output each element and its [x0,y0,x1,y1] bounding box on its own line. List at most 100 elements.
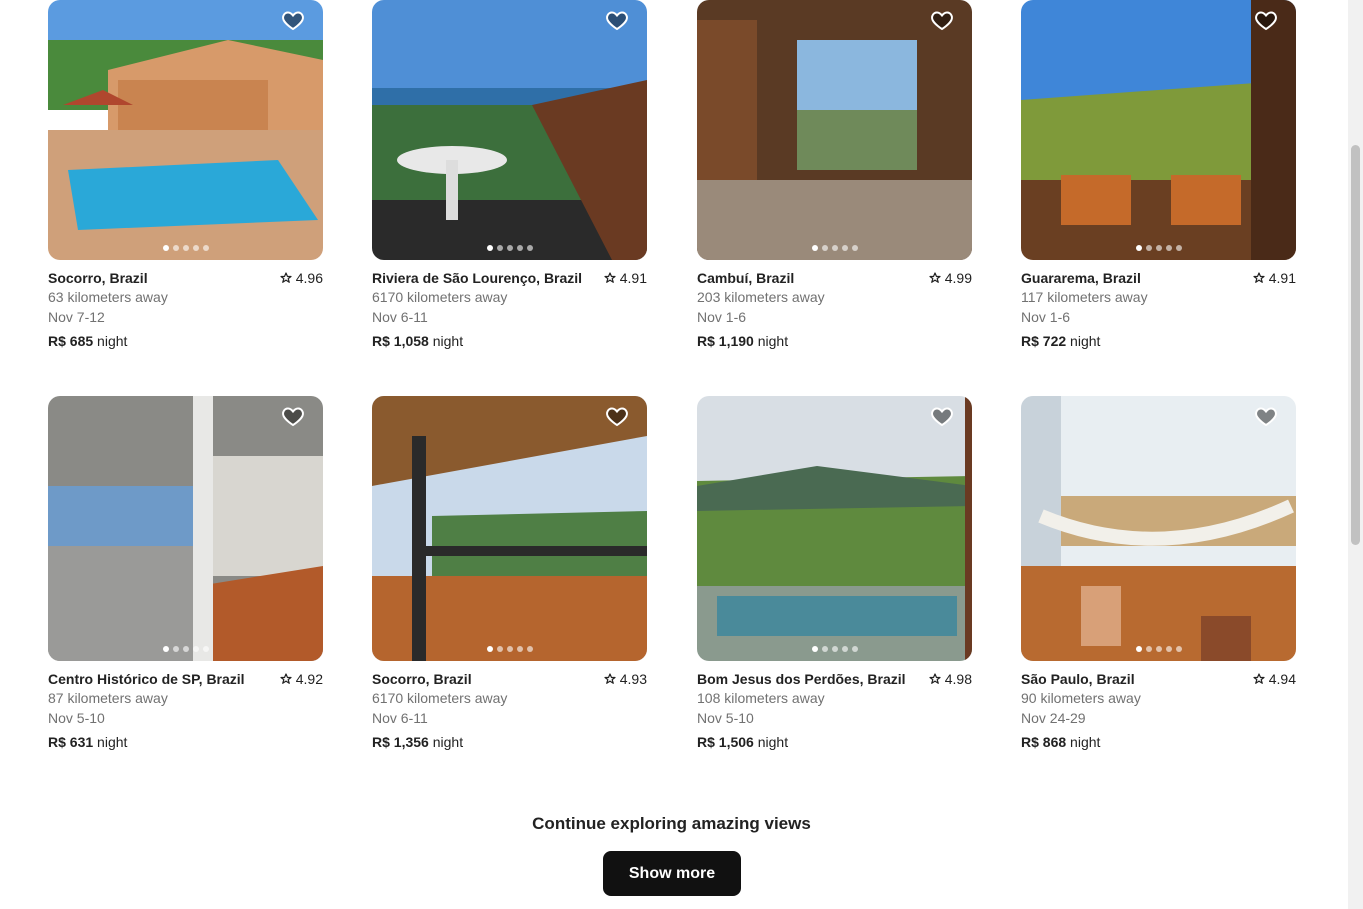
carousel-dots[interactable] [372,245,647,251]
listing-location: Centro Histórico de SP, Brazil [48,671,245,687]
listing-rating: 4.93 [604,671,647,687]
heart-icon[interactable] [281,8,305,32]
listing-distance: 87 kilometers away [48,690,168,706]
carousel-dot[interactable] [516,646,523,652]
carousel-dot[interactable] [182,245,189,251]
carousel-dot[interactable] [1135,245,1142,251]
carousel-dot[interactable] [841,646,848,652]
listing-photo[interactable] [697,396,972,661]
carousel-dot[interactable] [831,646,838,652]
carousel-dot[interactable] [851,646,858,652]
carousel-dot[interactable] [821,646,828,652]
listing-location: Riviera de São Lourenço, Brazil [372,270,583,286]
price-amount: R$ 1,058 [372,333,429,349]
listing-photo[interactable] [48,396,323,661]
carousel-dots[interactable] [372,646,647,652]
carousel-dot[interactable] [162,245,169,251]
carousel-dot[interactable] [496,646,503,652]
listing-card[interactable]: Riviera de São Lourenço, Brazil 4.91 617… [372,0,647,349]
listing-card[interactable]: São Paulo, Brazil 4.94 90 kilometers awa… [1021,396,1296,750]
carousel-dot[interactable] [831,245,838,251]
show-more-button[interactable]: Show more [603,851,741,896]
listing-price: R$ 1,190 night [697,333,972,349]
price-unit: night [1070,734,1101,750]
price-amount: R$ 631 [48,734,94,750]
carousel-dots[interactable] [697,646,972,652]
carousel-dot[interactable] [1175,646,1182,652]
star-icon [280,272,292,283]
carousel-dot[interactable] [1135,646,1142,652]
carousel-dot[interactable] [1145,245,1152,251]
listing-price: R$ 631 night [48,734,323,750]
price-unit: night [97,333,128,349]
carousel-dot[interactable] [192,646,199,652]
listing-photo[interactable] [48,0,323,260]
scrollbar-thumb[interactable] [1351,145,1360,545]
listing-card[interactable]: Centro Histórico de SP, Brazil 4.92 87 k… [48,396,323,750]
carousel-dot[interactable] [1145,646,1152,652]
listing-dates: Nov 5-10 [48,710,105,726]
listing-card[interactable]: Guararema, Brazil 4.91 117 kilometers aw… [1021,0,1296,349]
carousel-dot[interactable] [202,646,209,652]
carousel-dot[interactable] [811,245,818,251]
carousel-dot[interactable] [496,245,503,251]
carousel-dot[interactable] [821,245,828,251]
listing-dates: Nov 24-29 [1021,710,1086,726]
listing-price: R$ 1,058 night [372,333,647,349]
listing-photo[interactable] [372,396,647,661]
carousel-dot[interactable] [1155,245,1162,251]
listing-card[interactable]: Bom Jesus dos Perdões, Brazil 4.98 108 k… [697,396,972,750]
carousel-dot[interactable] [172,245,179,251]
carousel-dot[interactable] [506,646,513,652]
carousel-dot[interactable] [516,245,523,251]
price-unit: night [432,333,464,349]
carousel-dot[interactable] [506,245,513,251]
carousel-dot[interactable] [526,646,533,652]
carousel-dot[interactable] [182,646,189,652]
page-scrollbar[interactable] [1348,0,1363,909]
heart-icon[interactable] [1254,8,1278,32]
heart-icon[interactable] [281,404,305,428]
heart-icon[interactable] [930,404,954,428]
carousel-dot[interactable] [192,245,199,251]
heart-icon[interactable] [930,8,954,32]
listing-card[interactable]: Socorro, Brazil 4.93 6170 kilometers awa… [372,396,647,750]
price-unit: night [757,734,789,750]
carousel-dot[interactable] [1165,646,1172,652]
listing-distance: 6170 kilometers away [372,690,508,706]
carousel-dot[interactable] [1175,245,1182,251]
carousel-dot[interactable] [1155,646,1162,652]
carousel-dot[interactable] [851,245,858,251]
listing-photo[interactable] [372,0,647,260]
carousel-dots[interactable] [1021,646,1296,652]
listing-price: R$ 1,506 night [697,734,972,750]
listing-card[interactable]: Cambuí, Brazil 4.99 203 kilometers away … [697,0,972,349]
listing-price: R$ 868 night [1021,734,1296,750]
carousel-dots[interactable] [48,646,323,652]
carousel-dot[interactable] [202,245,209,251]
carousel-dot[interactable] [841,245,848,251]
listing-price: R$ 685 night [48,333,323,349]
heart-icon[interactable] [605,8,629,32]
listing-photo[interactable] [1021,0,1296,260]
carousel-dot[interactable] [162,646,169,652]
carousel-dots[interactable] [1021,245,1296,251]
carousel-dots[interactable] [697,245,972,251]
carousel-dot[interactable] [811,646,818,652]
rating-value: 4.94 [1268,671,1296,687]
listing-card[interactable]: Socorro, Brazil 4.96 63 kilometers away … [48,0,323,349]
carousel-dot[interactable] [526,245,533,251]
heart-icon[interactable] [1254,404,1278,428]
carousel-dots[interactable] [48,245,323,251]
listing-photo[interactable] [1021,396,1296,661]
carousel-dot[interactable] [486,245,493,251]
carousel-dot[interactable] [172,646,179,652]
price-amount: R$ 1,506 [697,734,754,750]
listing-dates: Nov 1-6 [1021,309,1071,325]
listing-distance: 117 kilometers away [1021,289,1148,305]
rating-value: 4.98 [944,671,972,687]
listing-photo[interactable] [697,0,972,260]
carousel-dot[interactable] [486,646,493,652]
carousel-dot[interactable] [1165,245,1172,251]
heart-icon[interactable] [605,404,629,428]
